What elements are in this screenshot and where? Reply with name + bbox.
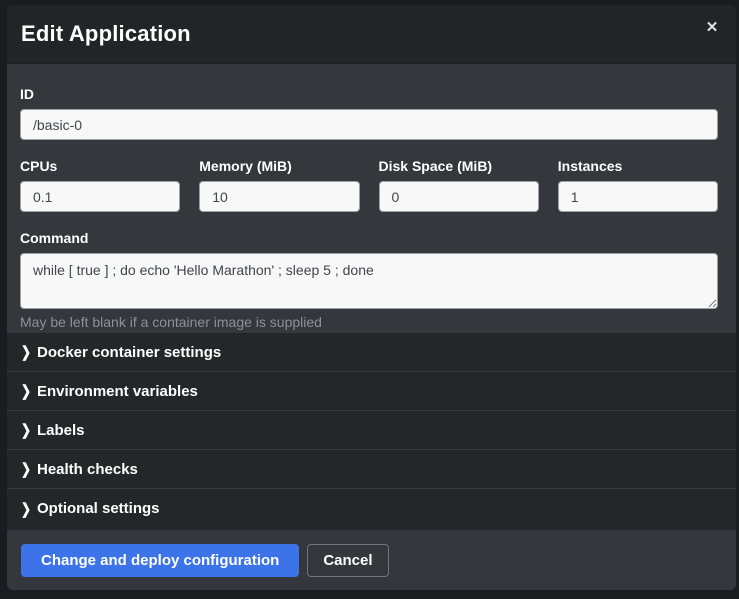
chevron-right-icon: ❯: [21, 423, 37, 438]
command-field-group: Command while [ true ] ; do echo 'Hello …: [20, 230, 718, 330]
cancel-button[interactable]: Cancel: [307, 544, 388, 577]
chevron-right-icon: ❯: [21, 384, 37, 399]
modal-footer: Change and deploy configuration Cancel: [7, 530, 736, 590]
section-labels[interactable]: ❯ Labels: [7, 411, 736, 450]
instances-field-label: Instances: [558, 158, 718, 174]
cpus-input[interactable]: [20, 181, 180, 212]
modal-title: Edit Application: [21, 21, 191, 47]
chevron-right-icon: ❯: [21, 501, 37, 516]
chevron-right-icon: ❯: [21, 345, 37, 360]
section-label: Docker container settings: [37, 344, 221, 361]
id-field-group: ID: [20, 86, 718, 140]
edit-application-modal: Edit Application ✕ ID CPUs Memory (MiB) …: [7, 5, 736, 590]
disk-field-label: Disk Space (MiB): [379, 158, 539, 174]
command-textarea[interactable]: while [ true ] ; do echo 'Hello Marathon…: [20, 253, 718, 309]
memory-field-group: Memory (MiB): [199, 158, 359, 212]
instances-input[interactable]: [558, 181, 718, 212]
instances-field-group: Instances: [558, 158, 718, 212]
collapsible-sections: ❯ Docker container settings ❯ Environmen…: [7, 333, 736, 530]
section-environment-variables[interactable]: ❯ Environment variables: [7, 372, 736, 411]
application-form: ID CPUs Memory (MiB) Disk Space (MiB) In…: [7, 64, 736, 333]
chevron-right-icon: ❯: [21, 462, 37, 477]
command-field-label: Command: [20, 230, 718, 246]
memory-field-label: Memory (MiB): [199, 158, 359, 174]
section-label: Environment variables: [37, 383, 198, 400]
section-health-checks[interactable]: ❯ Health checks: [7, 450, 736, 489]
section-label: Health checks: [37, 461, 138, 478]
change-and-deploy-button[interactable]: Change and deploy configuration: [21, 544, 299, 577]
id-input[interactable]: [20, 109, 718, 140]
close-icon[interactable]: ✕: [701, 17, 723, 39]
resources-row: CPUs Memory (MiB) Disk Space (MiB) Insta…: [20, 158, 718, 212]
cpus-field-label: CPUs: [20, 158, 180, 174]
disk-input[interactable]: [379, 181, 539, 212]
disk-field-group: Disk Space (MiB): [379, 158, 539, 212]
section-label: Optional settings: [37, 500, 160, 517]
command-help-text: May be left blank if a container image i…: [20, 314, 718, 330]
memory-input[interactable]: [199, 181, 359, 212]
section-docker-container-settings[interactable]: ❯ Docker container settings: [7, 333, 736, 372]
cpus-field-group: CPUs: [20, 158, 180, 212]
modal-header: Edit Application ✕: [7, 5, 736, 64]
section-label: Labels: [37, 422, 85, 439]
id-field-label: ID: [20, 86, 718, 102]
section-optional-settings[interactable]: ❯ Optional settings: [7, 489, 736, 528]
